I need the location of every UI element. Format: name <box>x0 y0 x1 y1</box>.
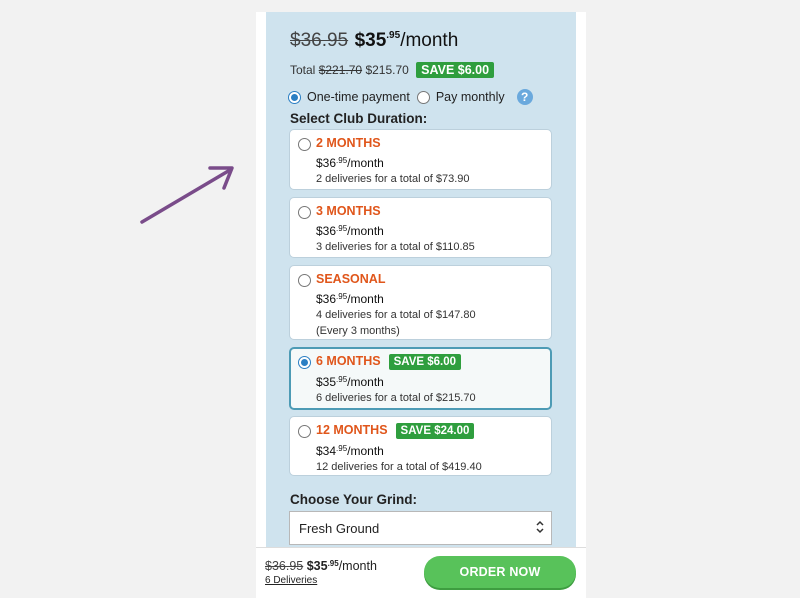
option-detail: 6 deliveries for a total of $215.70 <box>316 392 476 404</box>
radio-pay-monthly[interactable] <box>416 90 430 104</box>
chevron-up-down-icon <box>536 520 544 534</box>
total-new: $215.70 <box>365 63 409 77</box>
purchase-panel: $36.95 $35.95/month Total $221.70 $215.7… <box>266 12 576 547</box>
bottom-per-month: /month <box>338 559 377 573</box>
duration-title: Select Club Duration: <box>290 111 428 126</box>
bottom-price: $36.95 $35.95/month <box>265 559 377 573</box>
radio-12-months[interactable] <box>298 425 311 438</box>
option-price: $36.95/month <box>316 224 384 238</box>
option-price: $34.95/month <box>316 444 384 458</box>
grind-title: Choose Your Grind: <box>290 492 418 507</box>
duration-option-seasonal[interactable]: SEASONAL $36.95/month 4 deliveries for a… <box>289 265 552 340</box>
duration-option-3-months[interactable]: 3 MONTHS $36.95/month 3 deliveries for a… <box>289 197 552 258</box>
option-price: $36.95/month <box>316 292 384 306</box>
sticky-order-bar: $36.95 $35.95/month 6 Deliveries ORDER N… <box>256 547 586 598</box>
save-badge: SAVE $6.00 <box>388 354 462 370</box>
deliveries-link[interactable]: 6 Deliveries <box>265 575 317 586</box>
payment-options: One-time payment Pay monthly ? <box>288 89 533 105</box>
radio-one-time[interactable] <box>288 90 301 104</box>
grind-selected-value: Fresh Ground <box>299 521 380 536</box>
option-name: SEASONAL <box>316 272 386 286</box>
option-detail: 3 deliveries for a total of $110.85 <box>316 241 475 253</box>
grind-select[interactable]: Fresh Ground <box>289 511 552 545</box>
bottom-new-price: $35.95 <box>306 559 339 573</box>
option-name: 3 MONTHS <box>316 204 381 218</box>
option-name: 6 MONTHS SAVE $6.00 <box>316 354 476 370</box>
option-name: 12 MONTHS SAVE $24.00 <box>316 423 482 439</box>
option-name: 2 MONTHS <box>316 136 381 150</box>
radio-6-months[interactable] <box>298 356 311 369</box>
radio-seasonal[interactable] <box>298 274 311 287</box>
option-detail: 12 deliveries for a total of $419.40 <box>316 461 482 473</box>
total-label: Total <box>290 63 316 77</box>
option-price: $35.95/month <box>316 375 384 389</box>
question-circle-icon[interactable]: ? <box>516 89 533 105</box>
duration-option-6-months[interactable]: 6 MONTHS SAVE $6.00 $35.95/month 6 delive… <box>289 347 552 410</box>
payment-option-label: Pay monthly <box>435 90 505 104</box>
per-month-label: /month <box>400 30 459 51</box>
annotation-arrow-icon <box>140 166 234 224</box>
payment-option-one-time[interactable]: One-time payment <box>288 90 410 104</box>
radio-2-months[interactable] <box>298 138 311 151</box>
order-now-button[interactable]: ORDER NOW <box>424 556 576 588</box>
option-detail: 2 deliveries for a total of $73.90 <box>316 173 470 185</box>
save-badge: SAVE $6.00 <box>416 62 495 78</box>
total-old: $221.70 <box>318 63 363 77</box>
bottom-old-price: $36.95 <box>265 559 304 573</box>
option-extra: (Every 3 months) <box>316 325 400 337</box>
new-price: $35.95 <box>354 30 401 51</box>
duration-option-2-months[interactable]: 2 MONTHS $36.95/month 2 deliveries for a… <box>289 129 552 190</box>
total-line: Total $221.70 $215.70 SAVE $6.00 <box>290 62 495 78</box>
price-summary: $36.95 $35.95/month <box>290 30 458 52</box>
payment-option-monthly[interactable]: Pay monthly <box>416 90 505 104</box>
payment-option-label: One-time payment <box>307 90 410 104</box>
option-detail: 4 deliveries for a total of $147.80 <box>316 309 476 321</box>
old-price: $36.95 <box>290 30 349 51</box>
radio-3-months[interactable] <box>298 206 311 219</box>
save-badge: SAVE $24.00 <box>395 423 475 439</box>
duration-option-12-months[interactable]: 12 MONTHS SAVE $24.00 $34.95/month 12 del… <box>289 416 552 476</box>
option-price: $36.95/month <box>316 156 384 170</box>
